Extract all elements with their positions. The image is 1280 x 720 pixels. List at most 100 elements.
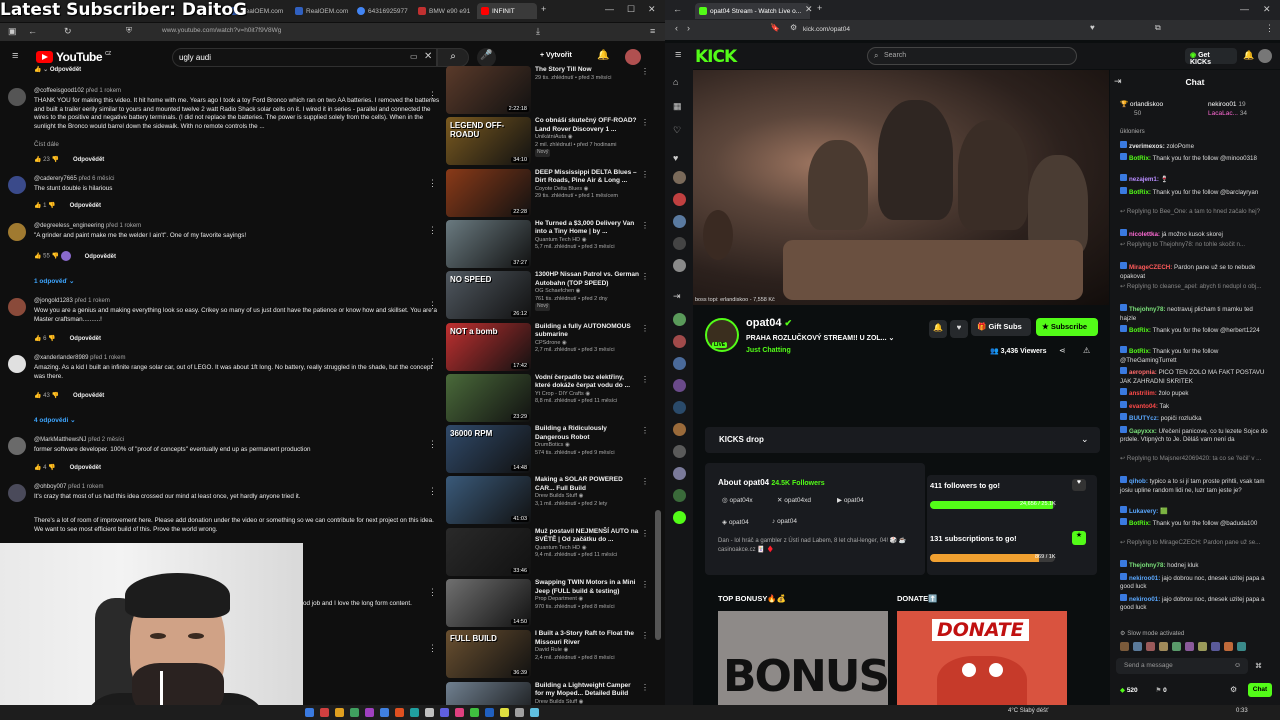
channel-avatar[interactable] bbox=[673, 489, 686, 502]
chat-username[interactable]: Gapyxxx: bbox=[1129, 428, 1157, 435]
sidebar-icon[interactable]: ▣ bbox=[8, 26, 17, 37]
avatar[interactable] bbox=[8, 298, 26, 316]
related-video[interactable]: 14:50 Swapping TWIN Motors in a Mini Jeep… bbox=[446, 579, 649, 627]
reply-button[interactable]: Odpovědět bbox=[70, 336, 101, 342]
channel-avatar[interactable] bbox=[673, 215, 686, 228]
taskbar-app-icon[interactable] bbox=[455, 708, 464, 717]
chat-username[interactable]: BotRix: bbox=[1129, 348, 1151, 355]
channel-avatar[interactable] bbox=[673, 423, 686, 436]
more-options-icon[interactable]: ⋮ bbox=[641, 631, 649, 640]
report-icon[interactable]: ⚠ bbox=[1083, 346, 1090, 355]
channel-avatar[interactable] bbox=[673, 511, 686, 524]
chat-username[interactable]: BotRix: bbox=[1129, 520, 1151, 527]
search-button[interactable]: ⌕ bbox=[437, 48, 469, 67]
search-input[interactable]: Search bbox=[867, 47, 1077, 65]
avatar[interactable] bbox=[8, 176, 26, 194]
video-channel[interactable]: DrumBotics bbox=[535, 442, 563, 448]
video-title[interactable]: Vodní čerpadlo bez elektřiny, které doká… bbox=[535, 374, 639, 391]
more-options-icon[interactable]: ⋮ bbox=[641, 529, 649, 538]
more-options-icon[interactable]: ⋮ bbox=[428, 587, 437, 598]
back-icon[interactable]: ‹ bbox=[675, 23, 678, 33]
video-title[interactable]: Swapping TWIN Motors in a Mini Jeep (FUL… bbox=[535, 579, 639, 596]
video-channel[interactable]: Prop Department bbox=[535, 596, 577, 602]
back-icon[interactable]: ← bbox=[28, 26, 37, 36]
video-channel[interactable]: Quantum Tech HD bbox=[535, 237, 580, 243]
video-thumbnail[interactable]: 33:46 bbox=[446, 527, 531, 576]
emote-icon[interactable] bbox=[1172, 642, 1181, 651]
video-title[interactable]: Building a Ridiculously Dangerous Robot bbox=[535, 425, 639, 442]
chat-username[interactable]: aeropnia: bbox=[1129, 369, 1157, 376]
hamburger-icon[interactable]: ≡ bbox=[12, 50, 18, 62]
read-more-link[interactable]: Číst dále bbox=[34, 141, 444, 150]
more-options-icon[interactable]: ⋮ bbox=[641, 118, 649, 127]
expand-icon[interactable]: ⇥ bbox=[673, 291, 681, 302]
create-button[interactable]: + Vytvořit bbox=[540, 52, 572, 59]
social-instagram[interactable]: ◎ opat04x bbox=[722, 496, 753, 504]
more-options-icon[interactable]: ⋮ bbox=[428, 486, 437, 497]
taskbar-app-icon[interactable] bbox=[305, 708, 314, 717]
emoji-icon[interactable]: ☺ bbox=[1234, 662, 1241, 669]
video-title[interactable]: Co obnáší skutečný OFF-ROAD? Land Rover … bbox=[535, 117, 639, 134]
taskbar-app-icon[interactable] bbox=[515, 708, 524, 717]
video-title[interactable]: The Story Till Now bbox=[535, 66, 639, 75]
video-thumbnail[interactable]: NO SPEED 26:12 bbox=[446, 271, 531, 320]
video-thumbnail[interactable] bbox=[446, 681, 531, 705]
chat-username[interactable]: BotRix: bbox=[1129, 327, 1151, 334]
kick-logo[interactable]: KICK bbox=[695, 47, 737, 67]
emote-icon[interactable] bbox=[1237, 642, 1246, 651]
more-options-icon[interactable]: ⋮ bbox=[641, 272, 649, 281]
channel-avatar[interactable] bbox=[673, 259, 686, 272]
bookmark-icon[interactable]: 🔖 bbox=[770, 23, 780, 32]
menu-icon[interactable]: ≡ bbox=[650, 26, 655, 36]
account-avatar[interactable] bbox=[625, 49, 641, 65]
chat-username[interactable]: nekiroo01: bbox=[1129, 575, 1160, 582]
follow-heart-icon[interactable]: ♥ bbox=[950, 320, 968, 338]
video-channel[interactable]: Drew Builds Stuff bbox=[535, 699, 577, 705]
video-title[interactable]: Muž postavil NEJMENŠÍ AUTO na SVĚTĚ | Od… bbox=[535, 528, 639, 545]
related-video[interactable]: 36000 RPM 14:48 Building a Ridiculously Da… bbox=[446, 425, 649, 474]
comment-author[interactable]: @caderery7665 před 6 měsíci bbox=[34, 176, 114, 182]
video-channel[interactable]: David Rule bbox=[535, 647, 562, 653]
more-options-icon[interactable]: ⋮ bbox=[641, 67, 649, 76]
tab-kick-active[interactable]: opat04 Stream - Watch Live o... bbox=[695, 3, 810, 19]
related-video[interactable]: 41:03 Making a SOLAR POWERED CAR... Full … bbox=[446, 476, 649, 525]
chat-username[interactable]: nicolettka: bbox=[1129, 231, 1160, 238]
stream-video[interactable] bbox=[693, 70, 1109, 305]
minimize-icon[interactable]: — bbox=[605, 4, 614, 14]
emote-icon[interactable] bbox=[1185, 642, 1194, 651]
social-x[interactable]: ✕ opat04xd bbox=[777, 496, 811, 504]
new-tab-icon[interactable]: + bbox=[817, 3, 822, 13]
more-options-icon[interactable]: ⋮ bbox=[428, 178, 437, 189]
more-options-icon[interactable]: ⋮ bbox=[641, 170, 649, 179]
comment-author[interactable]: @jongold1283 před 1 rokem bbox=[34, 298, 110, 304]
channel-avatar[interactable] bbox=[673, 313, 686, 326]
channel-avatar[interactable] bbox=[673, 335, 686, 348]
more-options-icon[interactable]: ⋮ bbox=[428, 357, 437, 368]
settings-icon[interactable]: ⚙ bbox=[1230, 685, 1237, 694]
more-options-icon[interactable]: ⋮ bbox=[641, 221, 649, 230]
chat-username[interactable]: anstrilim: bbox=[1129, 390, 1157, 397]
more-options-icon[interactable]: ⋮ bbox=[641, 580, 649, 589]
url-field[interactable]: kick.com/opat04 bbox=[803, 26, 850, 33]
taskbar-app-icon[interactable] bbox=[425, 708, 434, 717]
url-field[interactable]: www.youtube.com/watch?v=h0it7f9V8Wg bbox=[162, 27, 281, 34]
chat-username[interactable]: Lukavery: bbox=[1129, 508, 1158, 515]
chat-input[interactable]: Send a message bbox=[1116, 658, 1248, 674]
video-channel[interactable]: UnikátniAuta bbox=[535, 134, 566, 140]
download-icon[interactable]: ⤓ bbox=[536, 26, 540, 37]
search-input[interactable]: ugly audi bbox=[172, 48, 437, 67]
more-options-icon[interactable]: ⋮ bbox=[428, 90, 437, 101]
following-icon[interactable]: ♡ bbox=[673, 125, 681, 136]
chat-username[interactable]: evanto04: bbox=[1129, 403, 1158, 410]
video-title[interactable]: 1300HP Nissan Patrol vs. German Autobahn… bbox=[535, 271, 639, 288]
reload-icon[interactable]: ↻ bbox=[64, 26, 72, 37]
related-video[interactable]: 23:29 Vodní čerpadlo bez elektřiny, které… bbox=[446, 373, 649, 422]
emote-icon[interactable] bbox=[1159, 642, 1168, 651]
chat-username[interactable]: BotRix: bbox=[1129, 155, 1151, 162]
channel-avatar[interactable] bbox=[673, 357, 686, 370]
chat-username[interactable]: zverimexos: bbox=[1129, 143, 1165, 150]
account-avatar[interactable] bbox=[1258, 49, 1272, 63]
avatar[interactable] bbox=[8, 88, 26, 106]
bonus-panel-image[interactable]: BONUS bbox=[718, 611, 888, 705]
kicks-drop-panel[interactable]: KICKS drop ⌄ bbox=[705, 427, 1100, 453]
